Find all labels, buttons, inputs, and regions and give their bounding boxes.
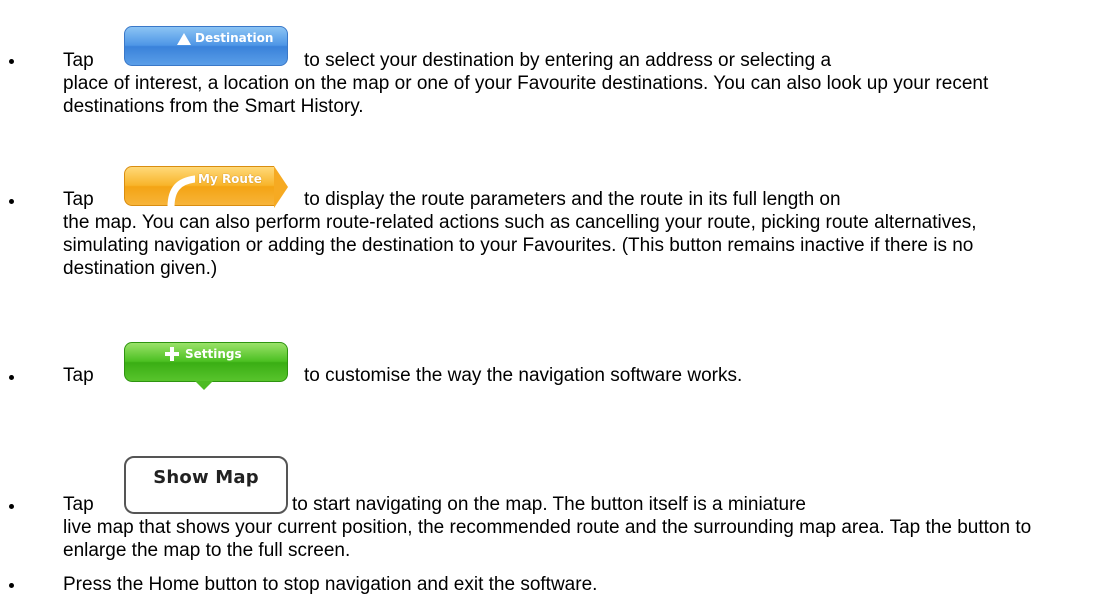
document-page: Tap Destination to select your destinati… [0,0,1094,612]
destination-button[interactable]: Destination [124,26,288,66]
item-text-line: to customise the way the navigation soft… [304,365,743,386]
item-text-line: to select your destination by entering a… [304,50,832,71]
tap-word: Tap [63,494,94,515]
bullet-dot [9,504,14,509]
show-map-button-label: Show Map [153,467,259,488]
item-text-line: to display the route parameters and the … [304,189,841,210]
item-text-continuation: live map that shows your current positio… [63,517,1032,561]
item-text-continuation: place of interest, a location on the map… [63,73,989,117]
item-text-continuation: the map. You can also perform route-rela… [63,212,977,279]
bullet-dot [9,583,14,588]
bullet-dot [9,199,14,204]
show-map-button[interactable]: Show Map [124,456,288,514]
destination-button-label: Destination [195,31,274,45]
settings-button-label: Settings [185,347,242,361]
my-route-button-label: My Route [198,172,262,186]
bullet-dot [9,59,14,64]
settings-button[interactable]: Settings [124,342,288,390]
my-route-button[interactable]: My Route [124,166,288,211]
bullet-dot [9,375,14,380]
tap-word: Tap [63,365,94,386]
tap-word: Tap [63,50,94,71]
button-arrow-tip [274,166,288,208]
plus-icon [165,346,179,365]
up-arrow-icon [177,30,191,49]
route-curve-icon [167,175,199,211]
item-text-line: to start navigating on the map. The butt… [292,494,806,515]
item-text-line: Press the Home button to stop navigation… [63,574,598,595]
tap-word: Tap [63,189,94,210]
button-notch [195,381,213,390]
